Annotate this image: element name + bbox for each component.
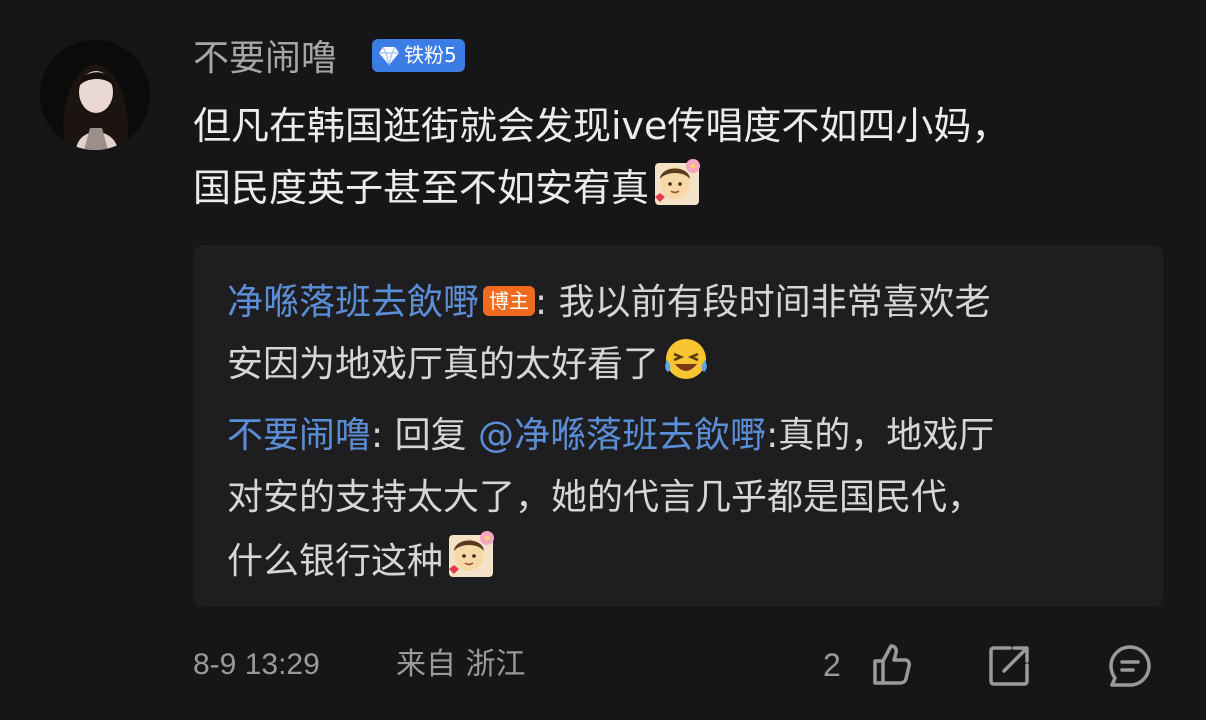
diamond-icon [379, 46, 399, 65]
comment-button[interactable] [1107, 643, 1153, 693]
laugh-cry-emoji-icon [661, 336, 711, 402]
reply-separator: : [371, 415, 395, 456]
reply-separator: : [535, 282, 559, 323]
reply-text-1: :真的，地戏厅 [766, 415, 995, 456]
like-button[interactable] [867, 641, 915, 693]
timestamp: 8-9 13:29 [193, 648, 320, 681]
share-button[interactable] [986, 643, 1032, 693]
reply-author[interactable]: 不要闹噜 [227, 415, 371, 456]
reply-card[interactable]: 净喺落班去飲嘢 博主: 我以前有段时间非常喜欢老 安因为地戏厅真的太好看了 不要闹… [193, 245, 1163, 607]
badge-label: 铁粉5 [404, 43, 457, 67]
reply-item[interactable]: 不要闹噜: 回复 @净喺落班去飲嘢:真的，地戏厅 对安的支持太大了，她的代言几乎… [227, 405, 1127, 599]
reply-text-2: 安因为地戏厅真的太好看了 [227, 344, 660, 385]
thumbs-up-icon [873, 644, 911, 685]
comment-line-2-text: 国民度英子甚至不如安宥真 [193, 166, 650, 210]
shy-emoji-icon [651, 157, 707, 225]
author-tag: 博主 [483, 286, 536, 316]
reply-text-3: 什么银行这种 [227, 541, 444, 582]
reply-author[interactable]: 净喺落班去飲嘢 [227, 282, 479, 323]
shy-emoji-icon [445, 529, 501, 599]
fan-badge[interactable]: 铁粉5 [372, 39, 465, 72]
mention-link[interactable]: @净喺落班去飲嘢 [478, 415, 766, 456]
comment-line-2: 国民度英子甚至不如安宥真 [193, 157, 1173, 225]
like-count: 2 [823, 647, 841, 683]
reply-text-2: 对安的支持太大了，她的代言几乎都是国民代， [227, 477, 984, 518]
username[interactable]: 不要闹噜 [193, 34, 337, 84]
avatar[interactable] [40, 40, 150, 150]
reply-prefix: 回复 [394, 415, 479, 456]
comment-line-1: 但凡在韩国逛街就会发现ive传唱度不如四小妈， [193, 104, 1010, 148]
share-icon [989, 646, 1029, 686]
reply-text-1: 我以前有段时间非常喜欢老 [558, 282, 991, 323]
comment-icon [1109, 645, 1151, 687]
location: 来自 浙江 [396, 647, 526, 682]
reply-item[interactable]: 净喺落班去飲嘢 博主: 我以前有段时间非常喜欢老 安因为地戏厅真的太好看了 [227, 272, 1127, 402]
comment-text: 但凡在韩国逛街就会发现ive传唱度不如四小妈， 国民度英子甚至不如安宥真 [193, 95, 1173, 225]
